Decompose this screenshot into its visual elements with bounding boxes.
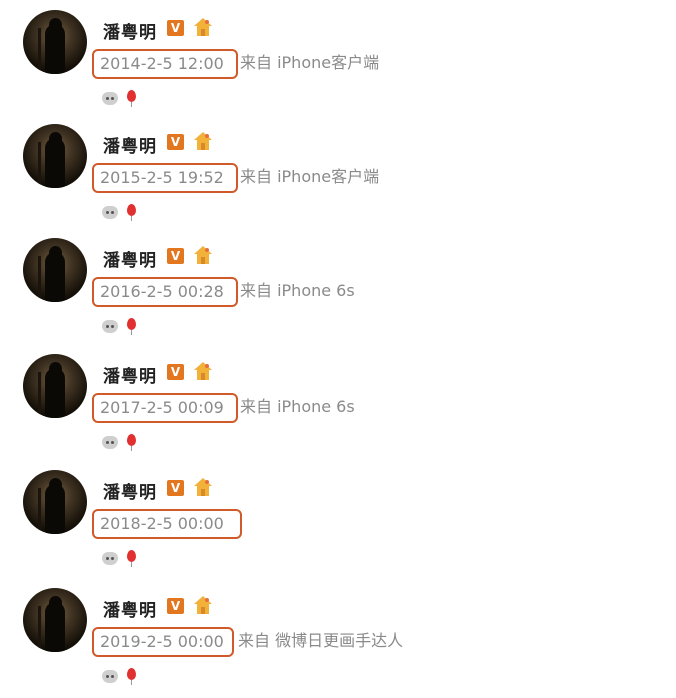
user-name[interactable]: 潘粤明: [103, 132, 157, 157]
post-source: 来自 iPhone客户端: [240, 53, 380, 72]
verified-v-badge-icon: V: [167, 598, 184, 614]
balloon-emoji-icon: [127, 434, 136, 451]
post-item: 潘粤明 V 2018-2-5 00:00: [0, 470, 676, 580]
house-level-icon: [194, 132, 212, 150]
verified-v-badge-icon: V: [167, 134, 184, 150]
balloon-emoji-icon: [127, 204, 136, 221]
user-name[interactable]: 潘粤明: [103, 596, 157, 621]
avatar[interactable]: [23, 238, 87, 302]
avatar[interactable]: [23, 588, 87, 652]
post-timestamp[interactable]: 2014-2-5 12:00: [92, 49, 238, 79]
cat-face-emoji-icon: [102, 92, 118, 105]
post-timestamp[interactable]: 2016-2-5 00:28: [92, 277, 238, 307]
avatar[interactable]: [23, 354, 87, 418]
balloon-emoji-icon: [127, 668, 136, 685]
post-source: 来自 iPhone客户端: [240, 167, 380, 186]
post-source: 来自 iPhone 6s: [240, 281, 355, 300]
house-level-icon: [194, 362, 212, 380]
user-name[interactable]: 潘粤明: [103, 246, 157, 271]
user-name[interactable]: 潘粤明: [103, 478, 157, 503]
house-level-icon: [194, 478, 212, 496]
post-item: 潘粤明 V 2014-2-5 12:00 来自 iPhone客户端: [0, 10, 676, 120]
post-timestamp[interactable]: 2015-2-5 19:52: [92, 163, 238, 193]
avatar[interactable]: [23, 124, 87, 188]
cat-face-emoji-icon: [102, 670, 118, 683]
cat-face-emoji-icon: [102, 552, 118, 565]
cat-face-emoji-icon: [102, 320, 118, 333]
post-timestamp[interactable]: 2019-2-5 00:00: [92, 627, 234, 657]
post-source: 来自 微博日更画手达人: [238, 631, 404, 650]
post-timestamp[interactable]: 2018-2-5 00:00: [92, 509, 242, 539]
verified-v-badge-icon: V: [167, 480, 184, 496]
balloon-emoji-icon: [127, 550, 136, 567]
post-item: 潘粤明 V 2017-2-5 00:09 来自 iPhone 6s: [0, 354, 676, 464]
cat-face-emoji-icon: [102, 436, 118, 449]
post-timestamp[interactable]: 2017-2-5 00:09: [92, 393, 238, 423]
post-item: 潘粤明 V 2019-2-5 00:00 来自 微博日更画手达人: [0, 588, 676, 698]
user-name[interactable]: 潘粤明: [103, 362, 157, 387]
verified-v-badge-icon: V: [167, 364, 184, 380]
verified-v-badge-icon: V: [167, 20, 184, 36]
balloon-emoji-icon: [127, 90, 136, 107]
balloon-emoji-icon: [127, 318, 136, 335]
user-name[interactable]: 潘粤明: [103, 18, 157, 43]
cat-face-emoji-icon: [102, 206, 118, 219]
house-level-icon: [194, 18, 212, 36]
post-source: 来自 iPhone 6s: [240, 397, 355, 416]
weibo-feed: 潘粤明 V 2014-2-5 12:00 来自 iPhone客户端 潘粤明 V …: [0, 0, 676, 688]
post-item: 潘粤明 V 2015-2-5 19:52 来自 iPhone客户端: [0, 124, 676, 234]
house-level-icon: [194, 246, 212, 264]
verified-v-badge-icon: V: [167, 248, 184, 264]
post-item: 潘粤明 V 2016-2-5 00:28 来自 iPhone 6s: [0, 238, 676, 348]
avatar[interactable]: [23, 10, 87, 74]
house-level-icon: [194, 596, 212, 614]
avatar[interactable]: [23, 470, 87, 534]
